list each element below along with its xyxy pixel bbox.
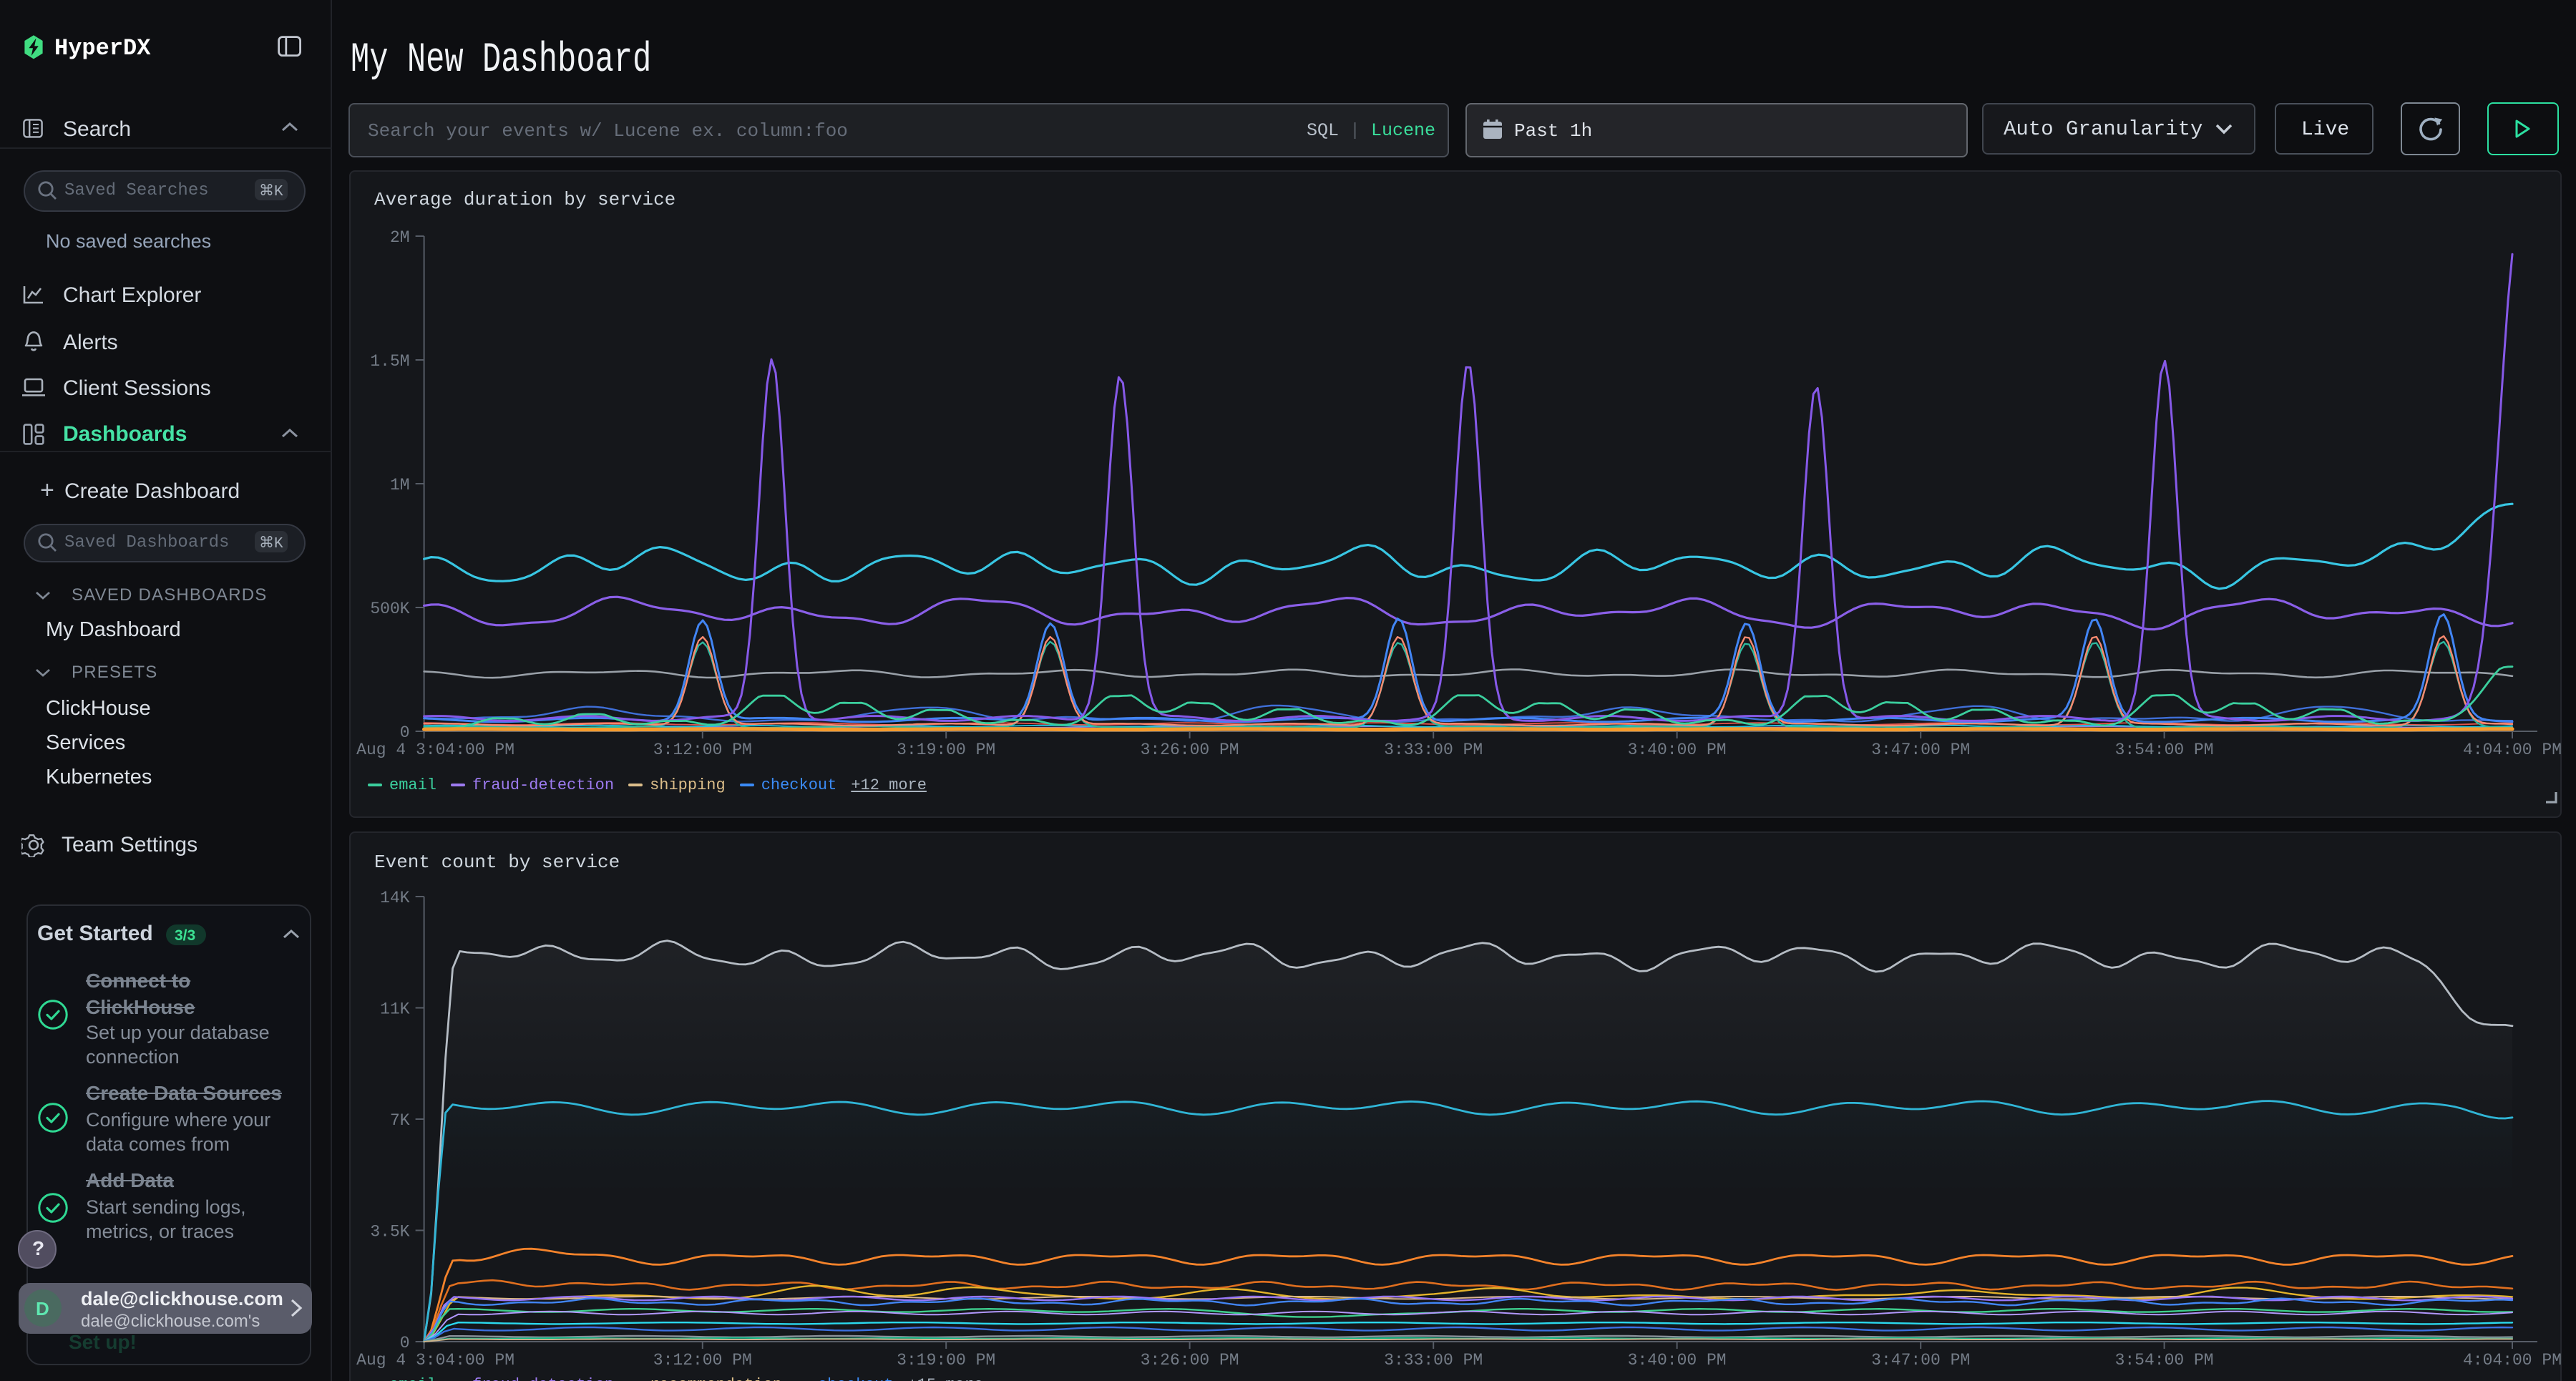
svg-text:3:19:00 PM: 3:19:00 PM	[897, 1351, 995, 1370]
svg-text:3:40:00 PM: 3:40:00 PM	[1628, 1351, 1727, 1370]
svg-text:3:54:00 PM: 3:54:00 PM	[2115, 741, 2214, 759]
svg-text:3:12:00 PM: 3:12:00 PM	[653, 1351, 752, 1370]
svg-text:1M: 1M	[390, 476, 410, 494]
svg-text:11K: 11K	[380, 1000, 410, 1019]
svg-text:3:26:00 PM: 3:26:00 PM	[1141, 1351, 1239, 1370]
svg-text:3:33:00 PM: 3:33:00 PM	[1384, 1351, 1483, 1370]
svg-text:3:47:00 PM: 3:47:00 PM	[1871, 1351, 1970, 1370]
svg-text:4:04:00 PM: 4:04:00 PM	[2463, 1351, 2562, 1370]
svg-text:500K: 500K	[370, 600, 409, 618]
svg-text:3:54:00 PM: 3:54:00 PM	[2115, 1351, 2214, 1370]
svg-text:3.5K: 3.5K	[370, 1223, 409, 1241]
svg-text:Aug 4 3:04:00 PM: Aug 4 3:04:00 PM	[356, 1351, 514, 1370]
svg-text:3:33:00 PM: 3:33:00 PM	[1384, 741, 1483, 759]
svg-text:2M: 2M	[390, 228, 410, 247]
svg-text:3:47:00 PM: 3:47:00 PM	[1871, 741, 1970, 759]
svg-text:7K: 7K	[390, 1111, 410, 1130]
svg-text:3:19:00 PM: 3:19:00 PM	[897, 741, 995, 759]
svg-text:3:12:00 PM: 3:12:00 PM	[653, 741, 752, 759]
svg-text:1.5M: 1.5M	[370, 352, 409, 371]
svg-text:0: 0	[400, 723, 410, 742]
svg-text:14K: 14K	[380, 889, 410, 907]
svg-text:3:40:00 PM: 3:40:00 PM	[1628, 741, 1727, 759]
svg-text:0: 0	[400, 1334, 410, 1352]
svg-text:Aug 4 3:04:00 PM: Aug 4 3:04:00 PM	[356, 741, 514, 759]
svg-text:4:04:00 PM: 4:04:00 PM	[2463, 741, 2562, 759]
svg-text:3:26:00 PM: 3:26:00 PM	[1141, 741, 1239, 759]
